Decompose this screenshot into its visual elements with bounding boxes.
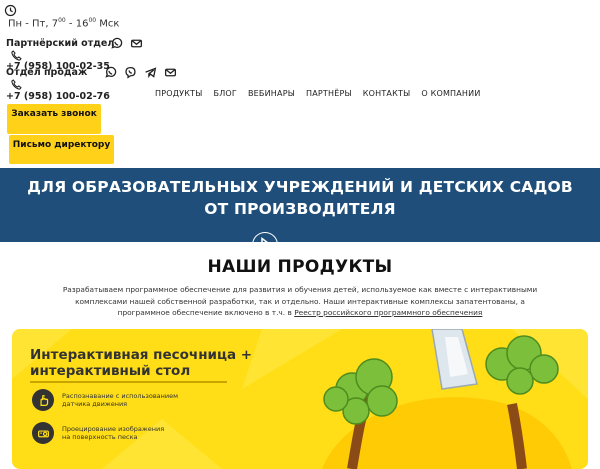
whatsapp-icon[interactable] [104,66,117,79]
feature-text-line: Распознавание с использованием [62,392,179,400]
hours-start: Пн - Пт, 7 [8,18,59,30]
products-heading: НАШИ ПРОДУКТЫ [207,257,393,277]
hours-end-minutes: 00 [88,17,97,24]
nav-item-partners[interactable]: ПАРТНЁРЫ [306,89,352,98]
partner-messengers [110,37,143,50]
description-line: программное обеспечение включено в т.ч. … [50,307,550,319]
description-text: программное обеспечение включено в т.ч. … [117,308,295,317]
feature-text: Проецирование изображения на поверхность … [62,425,164,441]
description-line: комплексами нашей собственной разработки… [75,296,525,306]
working-hours: Пн - Пт, 700 - 1600 Мск [8,17,119,29]
hand-icon [32,389,54,411]
nav-item-webinars[interactable]: ВЕБИНАРЫ [248,89,295,98]
viber-icon[interactable] [124,66,137,79]
clock-icon [4,4,17,17]
hours-start-minutes: 00 [58,17,66,24]
telegram-icon[interactable] [144,66,157,79]
card-title-line: интерактивный стол [30,363,191,379]
feature-text: Распознавание с использованием датчика дв… [62,392,178,408]
partner-dept-label: Партнёрский отдел [6,38,115,49]
main-nav: ПРОДУКТЫ БЛОГ ВЕБИНАРЫ ПАРТНЁРЫ КОНТАКТЫ… [155,89,481,98]
feature-item: Распознавание с использованием датчика дв… [32,389,178,411]
contact-bar: Пн - Пт, 700 - 1600 Мск Партнёрский отде… [0,0,600,102]
hours-timezone: Мск [96,18,120,30]
letter-to-director-button[interactable]: Письмо директору [9,135,114,164]
hours-end: - 16 [65,18,89,30]
feature-text-line: на поверхность песка [62,433,138,441]
sales-dept-label: Отдел продаж [6,67,88,78]
nav-item-about[interactable]: О КОМПАНИИ [421,89,480,98]
card-title: Интерактивная песочница + интерактивный … [30,347,252,379]
feature-text-line: датчика движения [62,400,128,408]
product-card-sandbox[interactable]: Интерактивная песочница + интерактивный … [12,329,588,469]
email-icon[interactable] [164,66,177,79]
products-description: Разрабатываем программное обеспечение дл… [50,284,550,319]
software-registry-link[interactable]: Реестр российского программного обеспече… [294,308,482,317]
hero-title: ДЛЯ ОБРАЗОВАТЕЛЬНЫХ УЧРЕЖДЕНИЙ И ДЕТСКИХ… [0,176,600,220]
whatsapp-icon[interactable] [110,37,123,50]
scroll-down-button[interactable] [252,232,278,242]
nav-item-products[interactable]: ПРОДУКТЫ [155,89,203,98]
play-icon [261,237,268,242]
email-icon[interactable] [130,37,143,50]
nav-item-blog[interactable]: БЛОГ [214,89,237,98]
nav-item-contacts[interactable]: КОНТАКТЫ [363,89,411,98]
description-line: Разрабатываем программное обеспечение дл… [62,285,538,294]
title-underline [30,381,227,383]
card-title-line: Интерактивная песочница + [30,347,253,363]
hero-title-line: ДЛЯ ОБРАЗОВАТЕЛЬНЫХ УЧРЕЖДЕНИЙ И ДЕТСКИХ… [27,178,573,196]
hero-banner: ДЛЯ ОБРАЗОВАТЕЛЬНЫХ УЧРЕЖДЕНИЙ И ДЕТСКИХ… [0,168,600,242]
hero-title-line: ОТ ПРОИЗВОДИТЕЛЯ [204,200,396,218]
feature-item: Проецирование изображения на поверхность … [32,422,164,444]
sandbox-illustration [322,329,572,469]
projector-icon [32,422,54,444]
sales-phone-link[interactable]: +7 (958) 100-02-76 [6,91,110,102]
feature-text-line: Проецирование изображения [62,425,165,433]
sales-messengers [104,66,177,79]
phone-icon [10,78,23,91]
request-call-button[interactable]: Заказать звонок [7,104,101,134]
